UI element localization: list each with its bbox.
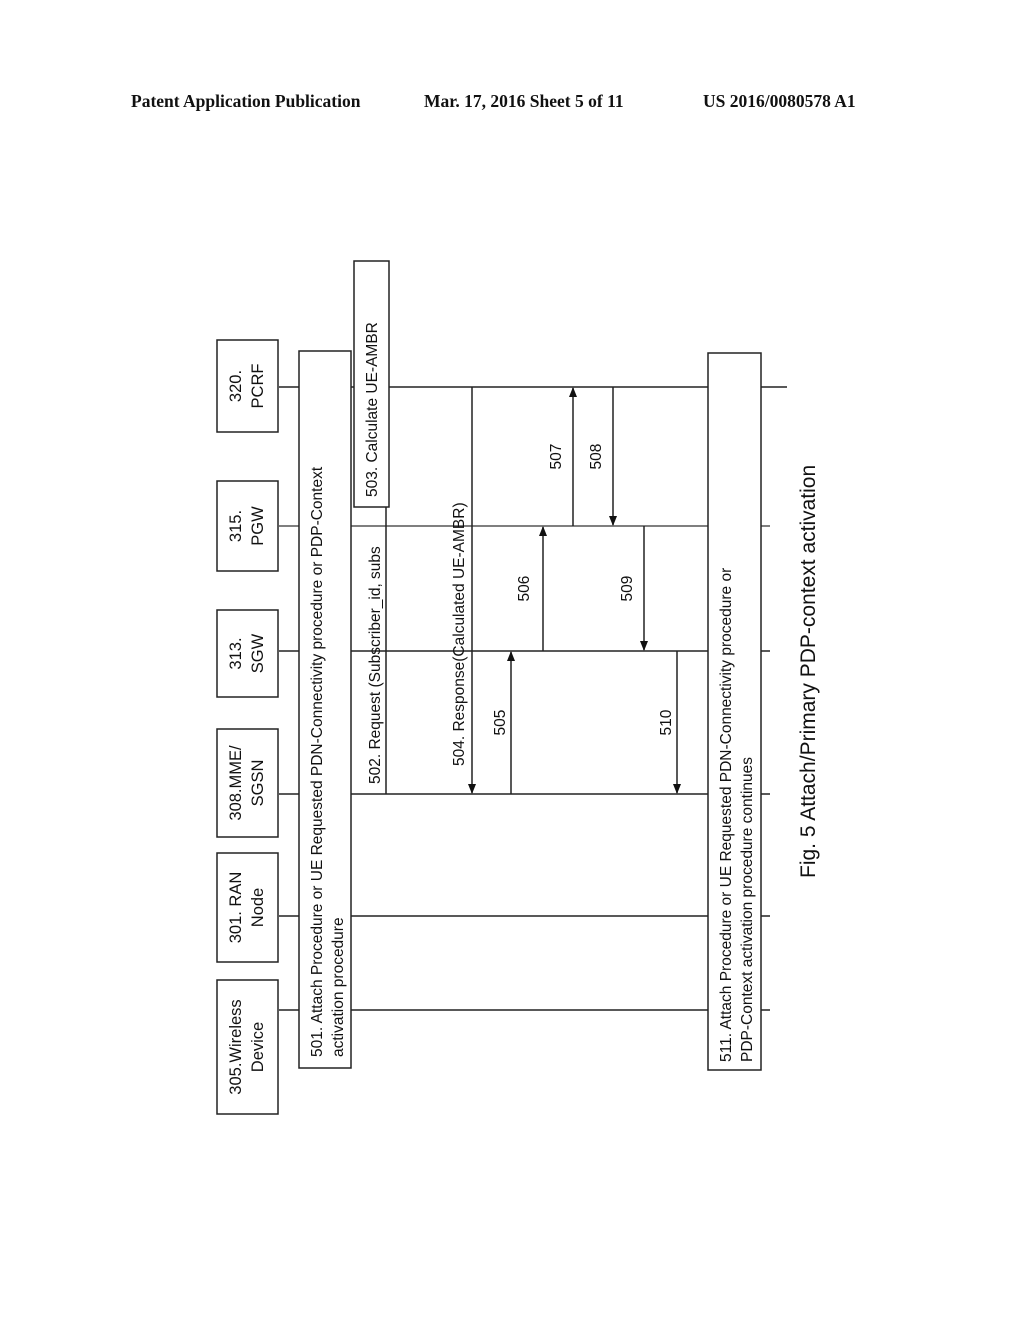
message-505-label: 505 bbox=[492, 710, 509, 736]
step-503-label: 503. Calculate UE-AMBR bbox=[364, 322, 381, 497]
step-511-label-line1: 511. Attach Procedure or UE Requested PD… bbox=[718, 568, 735, 1062]
entity-301: 301. RAN Node bbox=[216, 852, 279, 963]
entity-label-line2: SGSN bbox=[249, 760, 267, 807]
entity-label-line1: 313. bbox=[227, 637, 245, 669]
entity-label-line1: 305.Wireless bbox=[227, 999, 245, 1094]
entity-320: 320. PCRF bbox=[216, 339, 279, 433]
entity-label-line1: 320. bbox=[227, 370, 245, 402]
sequence-diagram: 305.Wireless Device 301. RAN Node 308.MME/SG… bbox=[216, 260, 820, 1115]
entity-label-line1: 308.MME/ bbox=[227, 745, 245, 821]
message-508-label: 508 bbox=[588, 444, 605, 470]
message-506-label: 506 bbox=[516, 576, 533, 602]
entity-label-line2: Node bbox=[249, 888, 267, 927]
entity-315: 315. PGW bbox=[216, 480, 279, 572]
entity-label-line1: 315. bbox=[227, 510, 245, 542]
entity-label-line2: PGW bbox=[249, 506, 267, 546]
entity-305: 305.Wireless Device bbox=[216, 979, 279, 1115]
step-511-label-line2: PDP-Context activation procedure continu… bbox=[739, 757, 756, 1062]
entity-label-line2: PCRF bbox=[249, 364, 267, 409]
message-510-label: 510 bbox=[658, 709, 675, 735]
entity-label-line2: SGW bbox=[249, 633, 267, 673]
message-509-label: 509 bbox=[619, 576, 636, 602]
entity-label-line1: 301. RAN bbox=[227, 872, 245, 944]
step-501-label-line2: activation procedure bbox=[330, 917, 347, 1057]
entity-label-line2: Device bbox=[249, 1022, 267, 1072]
message-502-label: 502. Request (Subscriber_id, subs bbox=[367, 546, 384, 784]
message-504-label: 504. Response(Calculated UE-AMBR) bbox=[451, 502, 468, 766]
figure-caption: Fig. 5 Attach/Primary PDP-context activa… bbox=[797, 465, 820, 878]
entity-308: 308.MME/SGSN bbox=[216, 728, 279, 838]
entity-313: 313. SGW bbox=[216, 609, 279, 698]
step-501-label-line1: 501. Attach Procedure or UE Requested PD… bbox=[309, 466, 326, 1057]
message-507-label: 507 bbox=[548, 444, 565, 470]
